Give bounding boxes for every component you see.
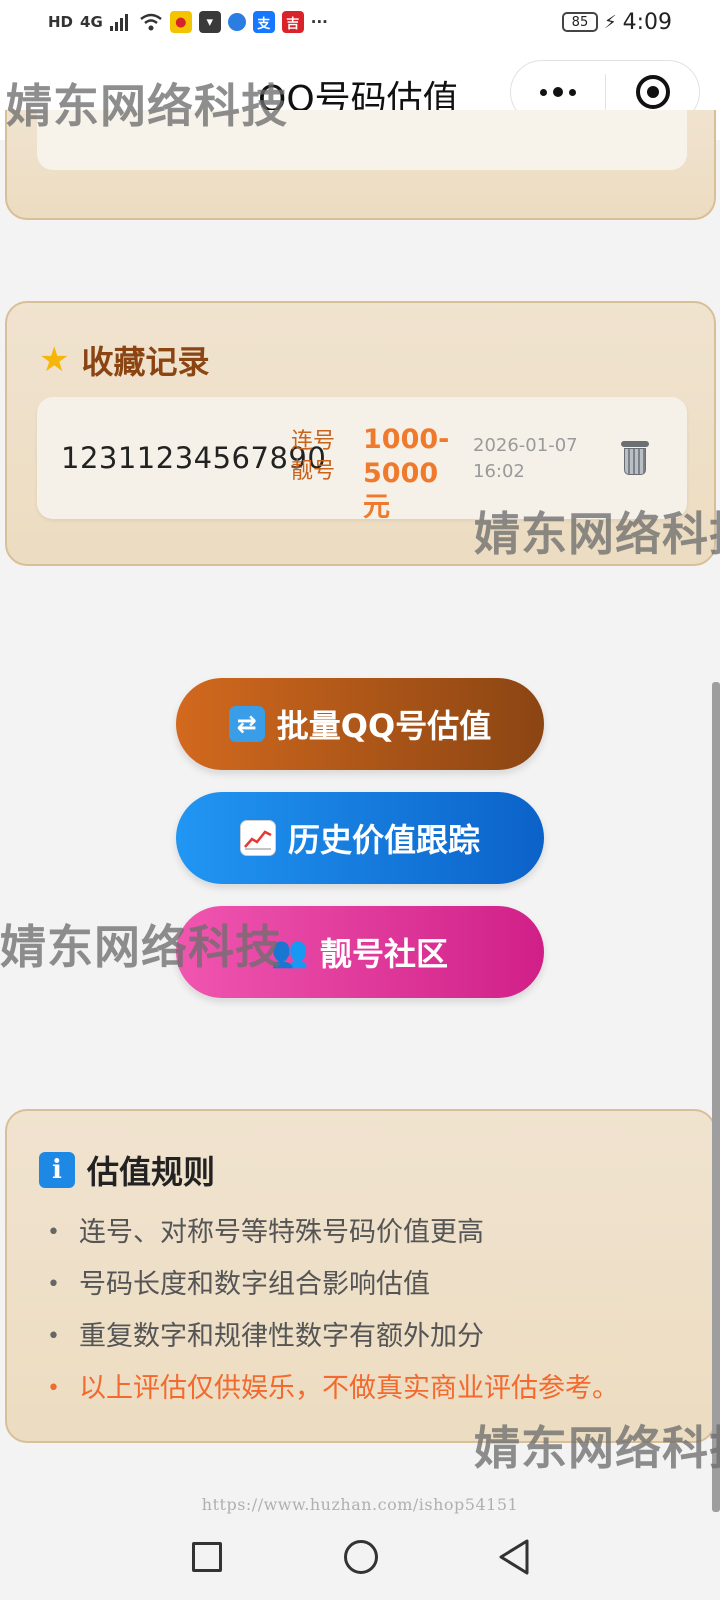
recent-apps-icon[interactable]: [192, 1542, 222, 1572]
people-icon: 👥: [271, 934, 309, 970]
batch-valuation-button[interactable]: ⇄ 批量QQ号估值: [176, 678, 544, 770]
sync-icon: ⇄: [228, 706, 265, 742]
clock: 4:09: [622, 9, 672, 35]
status-right-icons: 85 ⚡ 4:09: [561, 9, 672, 35]
network-badge: 4G: [80, 13, 103, 31]
charging-icon: ⚡: [603, 11, 617, 33]
dot: [540, 88, 547, 96]
trash-icon[interactable]: [621, 441, 649, 475]
favorite-tag: 连号 靓号: [291, 429, 336, 484]
star-icon: ★: [39, 340, 70, 380]
status-left-icons: HD 4G ● ▾ 支 吉 ···: [48, 11, 328, 33]
favorites-title: ★ 收藏记录: [39, 337, 210, 383]
rule-item: 重复数字和规律性数字有额外加分: [45, 1311, 619, 1363]
community-button[interactable]: 👥 靓号社区: [176, 906, 544, 998]
home-icon[interactable]: [344, 1540, 378, 1574]
favorite-item[interactable]: 12311234567890 连号 靓号 1000-5000元 2026-01-…: [37, 397, 687, 523]
previous-section-card: [5, 110, 716, 220]
app-red-icon: 吉: [281, 11, 304, 33]
weibo-icon: ●: [169, 11, 192, 33]
rules-title: i 估值规则: [39, 1147, 215, 1193]
favorite-value: 1000-5000元: [363, 424, 450, 523]
hd-badge: HD: [48, 13, 74, 31]
battery-icon: 85: [561, 12, 598, 32]
status-bar: HD 4G ● ▾ 支 吉 ··· 85 ⚡ 4:09: [0, 0, 720, 44]
favorite-number: 12311234567890: [61, 441, 327, 475]
back-icon[interactable]: [497, 1538, 531, 1576]
dot: [569, 88, 576, 96]
dot: [553, 87, 563, 97]
trash-lid: [621, 441, 649, 447]
rules-title-text: 估值规则: [87, 1153, 216, 1191]
rule-item: 连号、对称号等特殊号码价值更高: [45, 1207, 619, 1259]
previous-section-inner: [37, 110, 687, 170]
history-tracking-label: 历史价值跟踪: [287, 821, 480, 859]
info-icon: i: [39, 1152, 75, 1188]
footer-url: https://www.huzhan.com/ishop54151: [201, 1495, 519, 1514]
trash-body: [624, 448, 646, 475]
rules-list: 连号、对称号等特殊号码价值更高 号码长度和数字组合影响估值 重复数字和规律性数字…: [45, 1207, 619, 1415]
mail-app-icon: ▾: [198, 11, 221, 33]
target-icon: [635, 75, 670, 109]
rules-card: i 估值规则 连号、对称号等特殊号码价值更高 号码长度和数字组合影响估值 重复数…: [5, 1109, 716, 1443]
community-label: 靓号社区: [319, 935, 448, 973]
signal-icon: [109, 14, 128, 31]
browser-app-icon: [227, 13, 246, 31]
favorites-card: ★ 收藏记录 12311234567890 连号 靓号 1000-5000元 2…: [5, 301, 716, 566]
more-notifications: ···: [310, 13, 328, 31]
alipay-icon: 支: [252, 11, 275, 33]
history-tracking-button[interactable]: 历史价值跟踪: [176, 792, 544, 884]
wifi-icon: [139, 13, 162, 31]
system-nav-bar: [0, 1520, 720, 1600]
rule-disclaimer: 以上评估仅供娱乐，不做真实商业评估参考。: [45, 1363, 619, 1415]
rule-item: 号码长度和数字组合影响估值: [45, 1259, 619, 1311]
ring-dot: [646, 86, 659, 98]
favorite-date: 2026-01-07 16:02: [473, 435, 578, 482]
favorites-title-text: 收藏记录: [81, 343, 210, 381]
chart-icon: [239, 820, 276, 856]
batch-valuation-label: 批量QQ号估值: [276, 707, 492, 745]
scrollbar[interactable]: [712, 682, 720, 1512]
